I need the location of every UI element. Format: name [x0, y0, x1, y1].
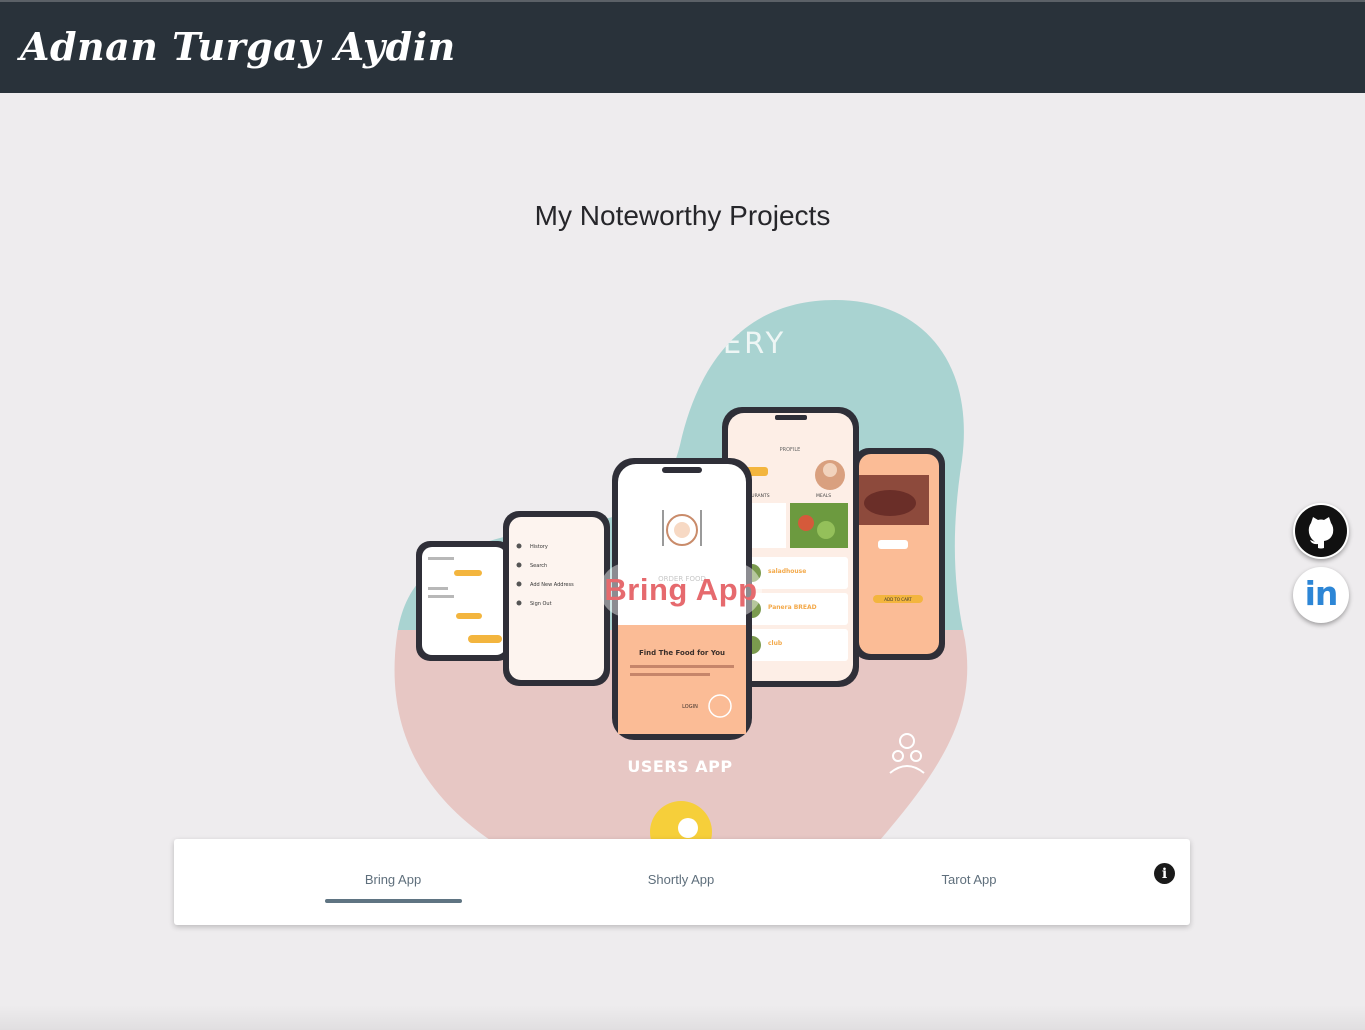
restaurant-1: saladhouse: [768, 568, 806, 575]
top-navbar: Adnan Turgay Aydin: [0, 0, 1365, 93]
menu-search: Search: [530, 563, 547, 569]
info-icon[interactable]: i: [1154, 863, 1175, 884]
menu-history: History: [530, 544, 548, 550]
linkedin-link[interactable]: in: [1293, 567, 1349, 623]
profile-text: PROFILE: [780, 447, 801, 453]
brand-logo[interactable]: Adnan Turgay Aydin: [20, 24, 456, 69]
menu-add-address: Add New Address: [530, 582, 574, 588]
users-app-text: USERS APP: [627, 757, 732, 776]
github-link[interactable]: [1293, 503, 1349, 559]
login-text: LOGIN: [682, 704, 698, 710]
active-tab-indicator: [325, 899, 462, 903]
phone-mockup-menu: History Search Add New Address Sign Out: [503, 511, 610, 686]
project-tabs: Bring App Shortly App Tarot App i: [174, 839, 1190, 925]
find-food-text: Find The Food for You: [639, 649, 725, 657]
tab-shortly-app[interactable]: Shortly App: [591, 872, 771, 887]
linkedin-icon: in: [1304, 574, 1339, 613]
page-title: My Noteworthy Projects: [534, 199, 831, 231]
banner-text: VERY: [700, 326, 786, 360]
bottom-shadow: [0, 1005, 1365, 1030]
github-icon: [1295, 505, 1347, 557]
restaurant-2: Panera BREAD: [768, 604, 817, 611]
phone-mockup-orders: [416, 541, 512, 661]
meals-text: MEALS: [816, 493, 831, 499]
add-to-cart-text: ADD TO CART: [884, 597, 912, 602]
phone-mockup-meal: ADD TO CART: [853, 448, 945, 660]
carousel-slide-label: Bring App: [600, 563, 762, 617]
menu-signout: Sign Out: [530, 601, 552, 607]
restaurant-3: club: [768, 640, 783, 647]
tab-tarot-app[interactable]: Tarot App: [879, 872, 1059, 887]
tab-bring-app[interactable]: Bring App: [303, 872, 483, 887]
